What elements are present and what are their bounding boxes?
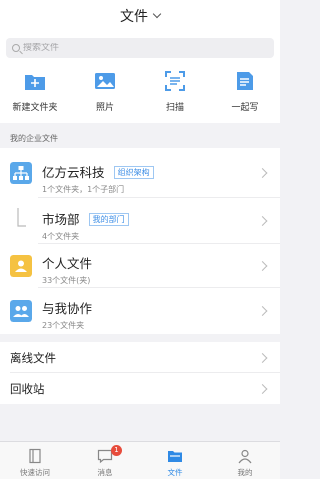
files-icon [168, 451, 182, 462]
recycle-bin-label: 回收站 [10, 381, 45, 396]
search-input[interactable] [23, 43, 223, 53]
collab-write-icon [237, 72, 253, 90]
new-folder-label: 新建文件夹 [12, 103, 58, 113]
org-chart-icon [10, 162, 32, 184]
personal-files-summary: 33个文件(夹) [42, 276, 91, 285]
department-name: 市场部 [42, 212, 80, 227]
company-summary: 1个文件夹，1个子部门 [42, 185, 125, 194]
top-bar: 文件 [0, 0, 280, 32]
chevron-right-icon [257, 306, 268, 316]
photo-button[interactable]: 照片 [70, 60, 140, 123]
quick-actions: 新建文件夹 照片 扫描 一起写 [0, 60, 280, 123]
tab-label: 快速访问 [20, 468, 50, 477]
new-folder-icon [25, 75, 45, 90]
tab-profile[interactable]: 我的 [210, 442, 280, 479]
tab-label: 消息 [97, 468, 113, 477]
unread-badge: 1 [111, 445, 122, 456]
tab-messages[interactable]: 1 消息 [70, 442, 140, 479]
chevron-right-icon [257, 352, 268, 363]
search-bar [0, 32, 280, 60]
chevron-right-icon [257, 168, 268, 178]
profile-icon [238, 449, 252, 464]
list-item-company[interactable]: 亿方云科技 组织架构 1个文件夹，1个子部门 [0, 148, 280, 198]
enterprise-file-list: 亿方云科技 组织架构 1个文件夹，1个子部门 市场部 我的部门 4个文件夹 个人… [0, 148, 280, 334]
chevron-right-icon [257, 383, 268, 394]
collab-write-button[interactable]: 一起写 [210, 60, 280, 123]
new-folder-button[interactable]: 新建文件夹 [0, 60, 70, 123]
scan-label: 扫描 [165, 103, 184, 113]
search-icon [12, 44, 20, 52]
chevron-down-icon[interactable] [152, 9, 162, 19]
quick-access-icon [29, 448, 41, 464]
list-item-personal-files[interactable]: 个人文件 33个文件(夹) [0, 244, 280, 288]
company-name: 亿方云科技 [42, 165, 105, 180]
offline-files-label: 离线文件 [10, 350, 56, 365]
tab-label: 文件 [167, 468, 183, 477]
chevron-right-icon [257, 261, 268, 271]
photo-label: 照片 [95, 103, 114, 113]
shared-with-me-summary: 23个文件夹 [42, 321, 85, 330]
shared-with-me-name: 与我协作 [42, 301, 93, 316]
photo-icon [95, 73, 115, 89]
chevron-right-icon [257, 216, 268, 226]
search-box[interactable] [6, 38, 274, 58]
page-title[interactable]: 文件 [120, 6, 148, 26]
department-summary: 4个文件夹 [42, 232, 80, 241]
bottom-tab-bar: 快速访问 1 消息 文件 我的 [0, 441, 280, 479]
list-item-department[interactable]: 市场部 我的部门 4个文件夹 [0, 198, 280, 244]
list-item-shared-with-me[interactable]: 与我协作 23个文件夹 [0, 288, 280, 334]
collaboration-folder-icon [10, 300, 32, 322]
scan-button[interactable]: 扫描 [140, 60, 210, 123]
list-item-offline-files[interactable]: 离线文件 [0, 342, 280, 373]
tab-quick-access[interactable]: 快速访问 [0, 442, 70, 479]
org-structure-tag[interactable]: 组织架构 [113, 166, 154, 179]
collab-write-label: 一起写 [231, 103, 259, 113]
tab-label: 我的 [237, 468, 253, 477]
enterprise-section-label: 我的企业文件 [0, 130, 280, 148]
tree-branch-icon [17, 208, 26, 227]
personal-files-name: 个人文件 [42, 256, 93, 271]
misc-list: 离线文件 回收站 [0, 342, 280, 404]
list-item-recycle-bin[interactable]: 回收站 [0, 373, 280, 404]
personal-folder-icon [10, 255, 32, 277]
tab-files[interactable]: 文件 [140, 442, 210, 479]
scan-icon [165, 71, 185, 91]
my-department-tag[interactable]: 我的部门 [88, 213, 129, 226]
